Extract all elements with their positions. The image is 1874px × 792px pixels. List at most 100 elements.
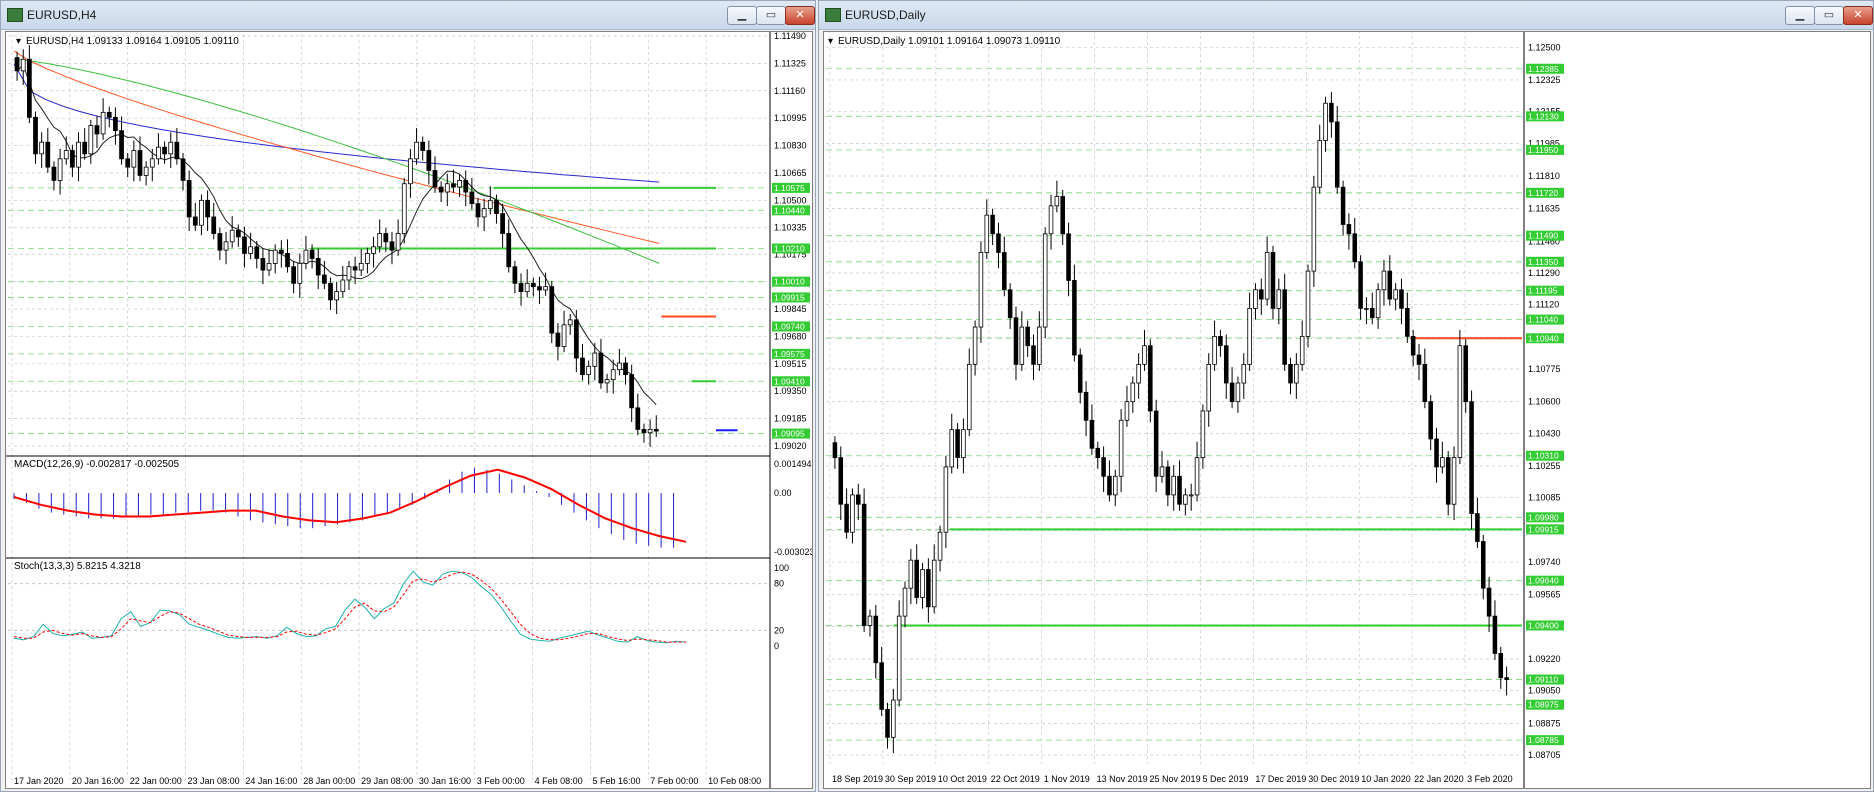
time-axis-label: 22 Jan 2020 [1414, 774, 1464, 784]
window-titlebar[interactable]: EURUSD,H4 ▁ ▭ ✕ [1, 1, 815, 30]
bull-candle [1212, 335, 1217, 365]
close-button[interactable]: ✕ [1843, 6, 1873, 25]
bull-candle [1136, 363, 1141, 384]
bull-candle [1264, 252, 1270, 300]
bear-candle [844, 503, 849, 533]
bull-candle [1037, 326, 1042, 365]
bear-candle [205, 199, 210, 218]
bear-candle [1031, 345, 1036, 365]
time-axis-label: 17 Dec 2019 [1255, 774, 1306, 784]
bull-candle [1171, 475, 1176, 496]
bear-candle [955, 429, 960, 459]
daily-chart-header: EURUSD,Daily 1.09101 1.09164 1.09073 1.0… [838, 36, 1061, 47]
bear-candle [235, 229, 241, 238]
time-axis-label: 10 Oct 2019 [938, 774, 987, 784]
level-price-label: 1.10940 [1528, 333, 1559, 343]
bear-candle [328, 282, 333, 301]
bear-candle [1504, 677, 1509, 680]
bull-candle [365, 253, 370, 264]
time-axis-label: 30 Jan 16:00 [419, 776, 471, 786]
bear-candle [33, 116, 38, 155]
h4-collapse-arrow[interactable]: ▾ [16, 36, 21, 47]
h4-candles [14, 45, 659, 447]
h4-price-axis: 1.11490 1.11325 1.11160 1.10995 1.10830 1.106… [769, 32, 810, 788]
bull-candle [1188, 494, 1194, 497]
daily-chart-svg[interactable]: 1.125001.123251.121551.119851.118101.116… [824, 32, 1870, 788]
bear-candle [1399, 289, 1404, 309]
price-tick-label: 1.09020 [774, 441, 807, 451]
time-axis-label: 7 Feb 00:00 [650, 776, 698, 786]
bear-candle [475, 203, 481, 218]
bear-candle [598, 352, 604, 384]
bear-candle [1002, 252, 1007, 291]
level-price-label: 1.08975 [1528, 700, 1559, 710]
time-axis-label: 24 Jan 16:00 [245, 776, 297, 786]
bull-candle [1253, 289, 1258, 309]
bull-candle [949, 429, 955, 468]
bull-candle [199, 199, 204, 226]
bear-candle [1066, 233, 1071, 281]
bear-candle [996, 233, 1001, 253]
bull-candle [414, 141, 419, 160]
bear-candle [1101, 457, 1106, 477]
price-tick-label: 1.11635 [1528, 204, 1560, 214]
bear-candle [1405, 308, 1410, 337]
close-button[interactable]: ✕ [785, 6, 815, 25]
time-axis-label: 10 Jan 2020 [1361, 774, 1411, 784]
time-axis-label: 30 Dec 2019 [1308, 774, 1359, 784]
bull-candle [1183, 494, 1188, 505]
bear-candle [573, 319, 579, 359]
bear-candle [856, 494, 861, 505]
time-axis-label: 23 Jan 08:00 [188, 776, 240, 786]
chart-window-eurusd-h4[interactable]: EURUSD,H4 ▁ ▭ ✕ 1.11490 1.11325 1.11160 1.1… [0, 0, 816, 792]
h4-chart-svg[interactable]: 1.11490 1.11325 1.11160 1.10995 1.10830 1.106… [6, 32, 812, 788]
stoch-tick-label: 80 [774, 579, 784, 589]
bear-candle [463, 180, 469, 193]
bear-candle [1410, 335, 1416, 356]
stoch-main-line [13, 570, 687, 644]
bull-candle [937, 531, 943, 561]
macd-panel: 0.001494 0.00 -0.003023 [13, 459, 812, 557]
bear-candle [1223, 345, 1229, 384]
bull-candle [371, 246, 376, 254]
level-price-label: 1.11490 [1528, 231, 1558, 241]
chart-canvas-daily[interactable]: 1.125001.123251.121551.119851.118101.116… [823, 31, 1871, 789]
level-price-label: 1.09575 [774, 349, 805, 359]
bear-candle [653, 429, 659, 432]
bear-candle [1107, 475, 1112, 496]
level-price-label: 1.09915 [774, 292, 805, 302]
time-axis-label: 3 Feb 00:00 [477, 776, 525, 786]
bear-candle [322, 274, 327, 284]
maximize-button[interactable]: ▭ [1814, 6, 1844, 25]
bull-candle [1451, 457, 1457, 505]
level-price-label: 1.12385 [1528, 64, 1559, 74]
bull-candle [1113, 475, 1118, 496]
bull-candle [1235, 382, 1241, 403]
bear-candle [1416, 354, 1422, 365]
bear-candle [1498, 653, 1504, 679]
price-tick-label: 1.08705 [1528, 750, 1561, 760]
maximize-button[interactable]: ▭ [756, 6, 786, 25]
macd-header: MACD(12,26,9) -0.002817 -0.002505 [14, 459, 180, 470]
bear-candle [623, 362, 628, 376]
bull-candle [1042, 233, 1048, 328]
price-tick-label: 1.10255 [1528, 461, 1561, 471]
window-titlebar[interactable]: EURUSD,Daily ▁ ▭ ✕ [819, 1, 1873, 30]
level-price-label: 1.09915 [1528, 524, 1559, 534]
bear-candle [1077, 354, 1083, 393]
chart-window-icon [825, 8, 841, 22]
daily-collapse-arrow[interactable]: ▾ [828, 36, 833, 47]
daily-price-axis: 1.125001.123251.121551.119851.118101.116… [1523, 32, 1564, 788]
stoch-tick-label: 0 [774, 641, 779, 651]
price-tick-label: 1.09185 [774, 414, 807, 424]
stoch-panel: 100 80 20 0 [8, 563, 789, 651]
minimize-button[interactable]: ▁ [1785, 6, 1815, 25]
bear-candle [242, 236, 247, 254]
bull-candle [586, 365, 592, 376]
minimize-button[interactable]: ▁ [727, 6, 757, 25]
bear-candle [162, 146, 167, 155]
chart-canvas-h4[interactable]: 1.11490 1.11325 1.11160 1.10995 1.10830 1.106… [5, 31, 813, 789]
daily-candles [832, 92, 1509, 754]
level-price-label: 1.09740 [774, 321, 805, 331]
chart-window-eurusd-daily[interactable]: EURUSD,Daily ▁ ▭ ✕ 1.125001.123251.12155… [818, 0, 1874, 792]
